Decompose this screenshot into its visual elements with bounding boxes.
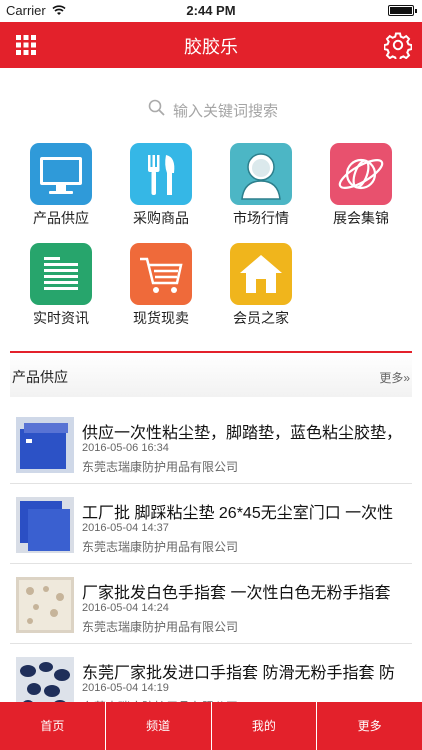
item-company: 东莞志瑞康防护用品有限公司 <box>82 620 239 634</box>
person-icon <box>230 143 292 205</box>
item-company: 东莞志瑞康防护用品有限公司 <box>82 540 239 554</box>
cart-icon <box>130 243 192 305</box>
product-thumbnail <box>16 577 74 633</box>
product-list: 供应一次性粘尘垫，脚踏垫，蓝色粘尘胶垫， 2016-05-06 16:34 东莞… <box>10 404 412 724</box>
item-title: 厂家批发白色手指套 一次性白色无粉手指套 <box>82 585 391 602</box>
page-title: 胶胶乐 <box>184 37 238 57</box>
category-news[interactable]: 实时资讯 <box>16 243 106 328</box>
item-company: 东莞志瑞康防护用品有限公司 <box>82 460 239 474</box>
section-header: 产品供应 更多» <box>10 351 412 397</box>
tab-channel[interactable]: 频道 <box>105 702 212 750</box>
monitor-icon <box>30 143 92 205</box>
tab-more[interactable]: 更多 <box>317 702 422 750</box>
battery-icon <box>388 5 417 16</box>
category-label: 实时资讯 <box>33 310 89 326</box>
category-product-supply[interactable]: 产品供应 <box>16 143 106 228</box>
search-input[interactable]: 输入关键词搜索 <box>173 100 278 121</box>
category-exhibition[interactable]: 展会集锦 <box>316 143 406 228</box>
category-label: 产品供应 <box>33 210 89 226</box>
category-label: 会员之家 <box>233 310 289 326</box>
list-item[interactable]: 厂家批发白色手指套 一次性白色无粉手指套 2016-05-04 14:24 东莞… <box>10 564 412 644</box>
fork-knife-icon <box>130 143 192 205</box>
category-label: 采购商品 <box>133 210 189 226</box>
navbar: 胶胶乐 <box>0 22 422 68</box>
item-date: 2016-05-06 16:34 <box>82 442 169 454</box>
status-bar: Carrier 2:44 PM <box>0 0 422 22</box>
category-label: 展会集锦 <box>333 210 389 226</box>
item-title: 供应一次性粘尘垫，脚踏垫，蓝色粘尘胶垫， <box>82 425 403 442</box>
category-member[interactable]: 会员之家 <box>216 243 306 328</box>
category-spot-goods[interactable]: 现货现卖 <box>116 243 206 328</box>
clock: 2:44 PM <box>186 3 236 18</box>
search-icon <box>148 99 166 122</box>
gear-icon[interactable] <box>383 31 413 62</box>
item-date: 2016-05-04 14:19 <box>82 682 169 694</box>
tab-mine[interactable]: 我的 <box>211 702 318 750</box>
tab-home[interactable]: 首页 <box>0 702 106 750</box>
category-label: 市场行情 <box>233 210 289 226</box>
list-item[interactable]: 工厂批 脚踩粘尘垫 26*45无尘室门口 一次性 2016-05-04 14:3… <box>10 484 412 564</box>
more-link[interactable]: 更多» <box>379 369 410 386</box>
list-item[interactable]: 供应一次性粘尘垫，脚踏垫，蓝色粘尘胶垫， 2016-05-06 16:34 东莞… <box>10 404 412 484</box>
section-title: 产品供应 <box>12 369 68 385</box>
product-thumbnail <box>16 497 74 553</box>
item-title: 工厂批 脚踩粘尘垫 26*45无尘室门口 一次性 <box>82 505 394 522</box>
product-thumbnail <box>16 417 74 473</box>
item-title: 东莞厂家批发进口手指套 防滑无粉手指套 防 <box>82 665 395 682</box>
category-purchase[interactable]: 采购商品 <box>116 143 206 228</box>
document-icon <box>30 243 92 305</box>
category-label: 现货现卖 <box>133 310 189 326</box>
item-date: 2016-05-04 14:37 <box>82 522 169 534</box>
tab-bar: 首页 频道 我的 更多 <box>0 702 422 750</box>
search-bar[interactable]: 输入关键词搜索 <box>0 90 422 126</box>
globe-icon <box>330 143 392 205</box>
home-icon <box>230 243 292 305</box>
item-date: 2016-05-04 14:24 <box>82 602 169 614</box>
category-market[interactable]: 市场行情 <box>216 143 306 228</box>
